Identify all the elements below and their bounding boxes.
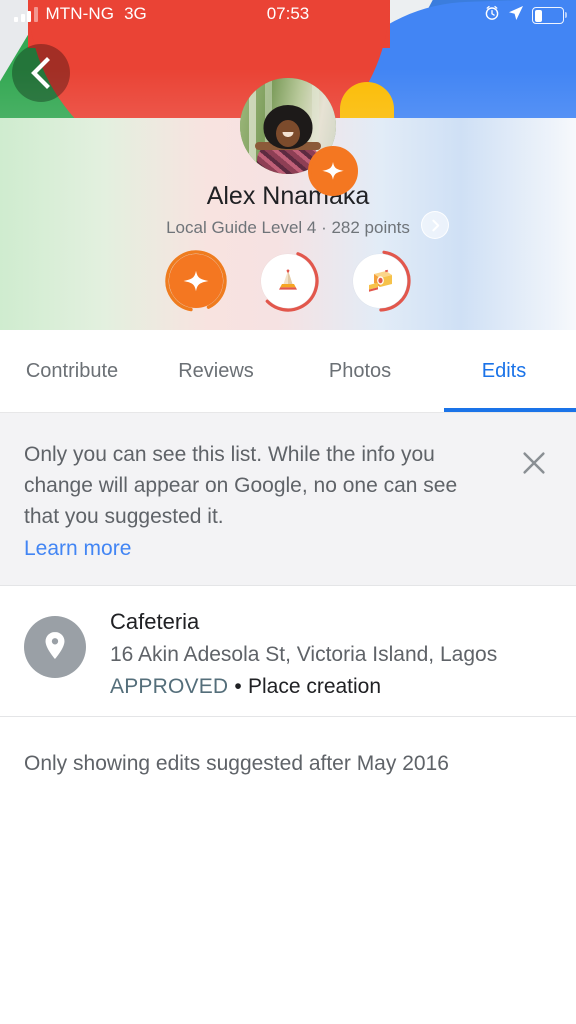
alarm-icon <box>484 5 500 26</box>
photos-badge[interactable] <box>349 250 411 312</box>
app-screen: MTN-NG 3G 07:53 Alex Nnamaka Local Guide… <box>0 0 576 1024</box>
badge-icon-star <box>169 254 223 308</box>
profile-details-chevron-button[interactable] <box>421 211 449 239</box>
privacy-notice-text: Only you can see this list. While the in… <box>24 443 458 528</box>
edits-badge[interactable] <box>257 250 319 312</box>
edit-list-item[interactable]: Cafeteria 16 Akin Adesola St, Victoria I… <box>0 586 576 716</box>
learn-more-link[interactable]: Learn more <box>24 537 131 561</box>
location-arrow-icon <box>508 5 524 26</box>
camera-icon <box>369 269 392 292</box>
local-guide-star-badge[interactable] <box>165 250 227 312</box>
page-title: Alex Nnamaka <box>206 182 370 210</box>
star-icon <box>183 270 209 292</box>
badge-icon-camera <box>353 254 407 308</box>
tab-reviews[interactable]: Reviews <box>144 330 288 412</box>
place-pin-icon <box>24 616 86 678</box>
local-guide-star-icon <box>308 146 358 196</box>
profile-section: Alex Nnamaka Local Guide Level 4 · 282 p… <box>0 78 576 330</box>
badge-list <box>0 250 576 312</box>
status-bar-right <box>484 5 567 26</box>
tab-contribute[interactable]: Contribute <box>0 330 144 412</box>
edit-status-line: APPROVED • Place creation <box>110 675 381 699</box>
divider-bottom <box>0 716 576 717</box>
edit-place-address: 16 Akin Adesola St, Victoria Island, Lag… <box>110 643 498 666</box>
battery-icon <box>532 7 567 24</box>
tab-photos[interactable]: Photos <box>288 330 432 412</box>
pencil-icon <box>279 269 297 290</box>
close-icon <box>523 452 545 474</box>
close-notice-button[interactable] <box>516 445 552 481</box>
tab-edits[interactable]: Edits <box>432 330 576 412</box>
badge-icon-pencil <box>261 254 315 308</box>
privacy-notice: Only you can see this list. While the in… <box>0 413 576 585</box>
status-badge: APPROVED <box>110 675 229 698</box>
edit-place-name: Cafeteria <box>110 609 200 634</box>
edits-footer-note: Only showing edits suggested after May 2… <box>24 752 449 775</box>
status-separator: • <box>234 675 242 698</box>
chevron-right-icon <box>431 219 439 231</box>
back-button[interactable] <box>12 44 70 102</box>
profile-meta: Local Guide Level 4 · 282 points <box>166 218 410 237</box>
status-bar: MTN-NG 3G 07:53 <box>0 0 576 30</box>
edit-type-label: Place creation <box>247 675 382 698</box>
back-arrow-icon <box>31 57 50 89</box>
tab-bar: Contribute Reviews Photos Edits <box>0 330 576 412</box>
